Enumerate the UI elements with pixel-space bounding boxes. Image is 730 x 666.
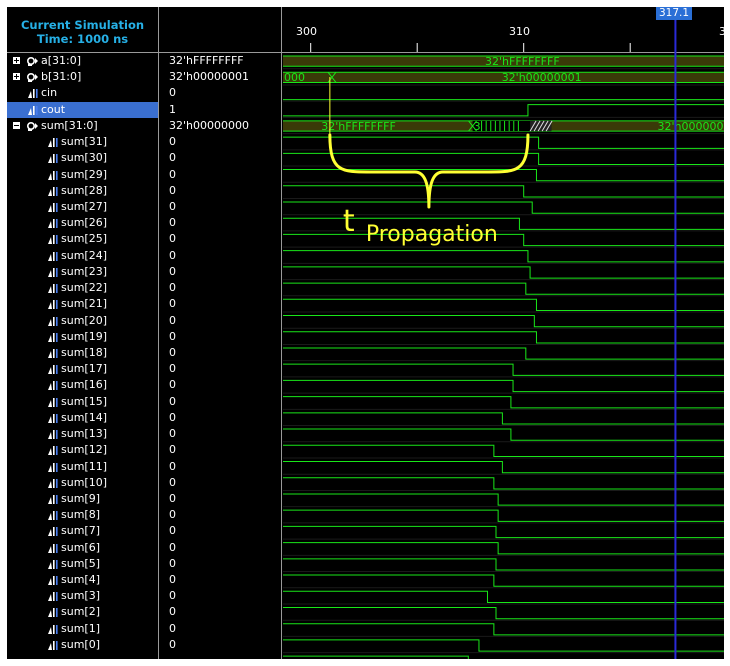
waveform-viewer: Current Simulation Time: 1000 ns 300 310… [7, 7, 724, 659]
wave-a-value: 32'hFFFFFFFF [485, 55, 560, 68]
wave-sum-bit [283, 606, 724, 620]
wave-sum-bit [283, 574, 724, 587]
cursor-time-label[interactable]: 317.1 [656, 7, 692, 20]
wave-sum-prev-value: 32'hFFFFFFFF [321, 120, 396, 133]
propagation-brace [328, 133, 530, 209]
wave-sum-bit [283, 282, 724, 295]
propagation-label: Propagation [366, 222, 498, 247]
wave-sum-mid-value: 3 [474, 120, 481, 133]
wave-sum-bit [283, 136, 724, 149]
wave-sum-bit [283, 396, 724, 409]
wave-sum-bit [283, 185, 724, 198]
wave-sum-bit [283, 655, 469, 659]
wave-sum-bit [283, 347, 724, 360]
wave-sum-bit [283, 363, 724, 376]
wave-sum-bit [283, 315, 724, 328]
wave-sum-bit [283, 152, 724, 166]
waveform-canvas[interactable]: 32'hFFFFFFFF 000 32'h00000001 32'hFFFFFFFF 3… [7, 7, 724, 659]
wave-sum-bit [283, 477, 724, 490]
wave-sum-bit [283, 250, 724, 263]
wave-sum-bit [283, 461, 724, 474]
wave-sum-bit [283, 379, 724, 393]
wave-sum-bit [283, 493, 724, 506]
wave-sum-bit [283, 298, 724, 312]
wave-b-value: 32'h00000001 [502, 71, 582, 84]
wave-sum-bit [283, 623, 724, 636]
wave-sum-bit [283, 558, 724, 571]
wave-sum-bit [283, 525, 724, 539]
wave-sum-bit [283, 509, 724, 522]
propagation-t-label: t [343, 204, 355, 239]
wave-b-prev-value: 000 [284, 71, 305, 84]
wave-sum-bit [283, 331, 724, 344]
wave-sum-bit [283, 266, 724, 279]
wave-cout [283, 104, 724, 117]
wave-sum-value: 32'h00000000 [657, 120, 724, 133]
wave-sum-bit [283, 639, 724, 652]
wave-sum-bit [283, 590, 724, 603]
wave-sum-bit [283, 412, 724, 425]
wave-sum-bit [283, 428, 724, 441]
wave-sum-bit [283, 444, 724, 457]
wave-sum-bit [283, 542, 724, 555]
